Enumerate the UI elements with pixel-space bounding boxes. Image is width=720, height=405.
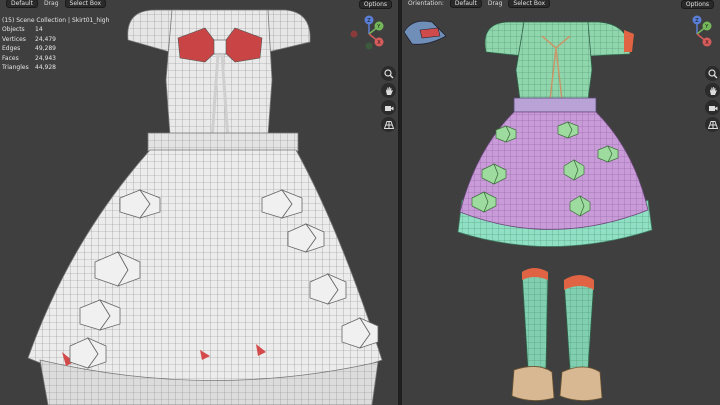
left-viewport[interactable]: Default Drag Select Box Options (15) Sce…	[0, 0, 398, 405]
scene-statistics: (15) Scene Collection | Skirt01_high Obj…	[2, 16, 109, 72]
navigation-gizmo[interactable]: Z Y X	[672, 12, 720, 52]
svg-text:X: X	[377, 40, 381, 46]
orientation-dropdown[interactable]: Default	[449, 0, 482, 8]
right-viewport-header: Orientation: Default Drag Select Box Opt…	[402, 0, 720, 9]
stat-row: Vertices 24,479	[2, 35, 56, 43]
right-viewport[interactable]: Orientation: Default Drag Select Box Opt…	[402, 0, 720, 405]
perspective-grid-icon[interactable]	[705, 117, 720, 132]
navigation-gizmo[interactable]: Z Y X	[344, 12, 392, 52]
svg-text:Z: Z	[367, 18, 371, 24]
shading-mode-dropdown[interactable]: Default	[6, 0, 38, 8]
hand-pan-icon[interactable]	[381, 83, 396, 98]
camera-icon[interactable]	[381, 100, 396, 115]
drag-label: Drag	[43, 0, 59, 7]
select-box-dropdown[interactable]: Select Box	[64, 0, 107, 8]
stat-row: Objects 14	[2, 26, 43, 34]
svg-text:X: X	[705, 40, 709, 46]
stat-row: Faces 24,943	[2, 54, 56, 62]
left-shoe	[511, 366, 555, 401]
zoom-icon[interactable]	[705, 66, 720, 81]
zoom-icon[interactable]	[381, 66, 396, 81]
perspective-grid-icon[interactable]	[381, 117, 396, 132]
options-button[interactable]: Options	[680, 0, 714, 9]
collection-label: (15) Scene Collection | Skirt01_high	[2, 17, 110, 24]
lilac-waistband	[513, 97, 597, 113]
orientation-label: Orientation:	[408, 0, 444, 7]
select-box-dropdown[interactable]: Select Box	[508, 0, 550, 8]
stat-row: Triangles 44,928	[2, 64, 56, 72]
right-scene	[403, 20, 653, 401]
left-viewport-header: Default Drag Select Box Options	[0, 0, 398, 9]
camera-icon[interactable]	[705, 100, 720, 115]
blender-window: Default Drag Select Box Options (15) Sce…	[0, 0, 720, 405]
svg-text:Z: Z	[695, 18, 699, 24]
hand-pan-icon[interactable]	[705, 83, 720, 98]
right-shoe	[559, 366, 603, 401]
drag-label: Drag	[487, 0, 503, 7]
stat-row: Edges 49,289	[2, 45, 56, 53]
options-button[interactable]: Options	[358, 0, 392, 9]
